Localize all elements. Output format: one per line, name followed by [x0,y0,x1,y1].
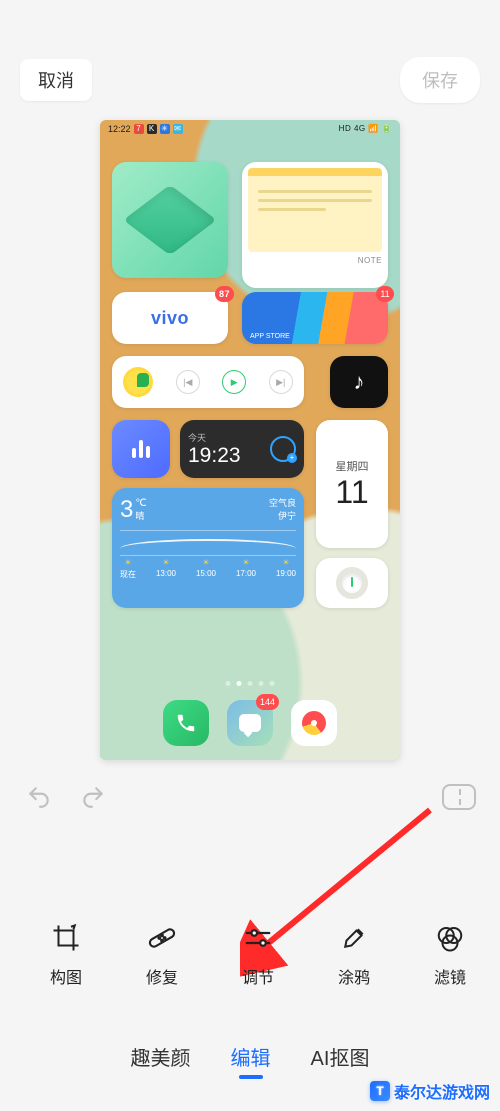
weather-air: 空气良 [269,496,296,509]
image-preview[interactable]: 12:22 7 K ✳ ✉ HD 4G 📶 🔋 NOTE vivo 87 APP… [100,120,400,760]
music-play-icon: ▶ [222,370,246,394]
music-next-icon: ▶| [269,370,293,394]
sun-icon: ☀ [162,558,169,567]
widget-vivo: vivo 87 [112,292,228,344]
dock-music-icon [291,700,337,746]
bandage-icon [144,920,180,956]
music-art-icon [123,367,153,397]
widget-tiktok: ♪ [330,356,388,408]
tool-filter[interactable]: 滤镜 [404,920,496,988]
widget-appstore: APP STORE 11 [242,292,388,344]
widget-security [112,162,228,278]
sliders-icon [240,920,276,956]
widget-clock: 今天 19:23 [180,420,304,478]
weather-temp: 3 [120,496,133,524]
weather-cond: 晴 [135,509,146,522]
tool-label: 涂鸦 [338,964,370,988]
date-weekday: 星期四 [336,458,369,474]
sun-icon: ☀ [242,558,249,567]
status-app-icon-4: ✉ [173,124,183,134]
note-label: NOTE [248,256,382,265]
widget-lock [316,558,388,608]
save-button[interactable]: 保存 [400,57,480,103]
sun-icon: ☀ [202,558,209,567]
undo-button[interactable] [24,782,54,812]
widget-date: 星期四 11 [316,420,388,548]
status-bar: 12:22 7 K ✳ ✉ HD 4G 📶 🔋 [108,124,392,134]
filter-icon [432,920,468,956]
tool-label: 滤镜 [434,964,466,988]
music-prev-icon: |◀ [176,370,200,394]
weather-curve-icon [120,530,296,556]
clock-today-label: 今天 [188,431,241,444]
waveform-icon [132,440,150,458]
clock-time: 19:23 [188,444,241,468]
date-day: 11 [335,474,368,511]
brush-icon [336,920,372,956]
compare-button[interactable] [442,784,476,810]
widget-voice [112,420,170,478]
tool-crop[interactable]: 构图 [20,920,112,988]
status-app-icon-3: ✳ [160,124,170,134]
tiktok-icon: ♪ [354,369,365,395]
sun-icon: ☀ [282,558,289,567]
widget-weather: 3 ℃ 晴 空气良 伊宁 ☀现在 ☀13:00 ☀15:00 ☀17:00 ☀1… [112,488,304,608]
cancel-button[interactable]: 取消 [20,59,92,101]
tab-ai-cutout[interactable]: AI抠图 [311,1042,370,1077]
tool-label: 修复 [146,964,178,988]
crop-icon [48,920,84,956]
tool-doodle[interactable]: 涂鸦 [308,920,400,988]
widget-music: |◀ ▶ ▶| [112,356,304,408]
tool-label: 构图 [50,964,82,988]
watermark-logo-icon: T [370,1081,390,1101]
clock-add-icon [270,436,296,462]
cube-icon [123,185,217,255]
tool-label: 调节 [242,964,274,988]
page-indicator [226,681,275,686]
dock: 144 [163,700,337,746]
dock-phone-icon [163,700,209,746]
weather-city: 伊宁 [269,509,296,522]
watermark-text: 泰尔达游戏网 [394,1079,490,1103]
redo-button[interactable] [78,782,108,812]
status-app-icon-1: 7 [134,124,144,134]
messages-badge: 144 [256,694,279,710]
dial-icon [336,567,368,599]
status-time: 12:22 [108,124,131,134]
tool-adjust[interactable]: 调节 [212,920,304,988]
watermark: T 泰尔达游戏网 [370,1079,490,1103]
tab-beauty[interactable]: 趣美颜 [131,1042,191,1077]
widget-note: NOTE [242,162,388,288]
dock-messages-icon: 144 [227,700,273,746]
vivo-badge: 87 [215,286,234,302]
appstore-badge: 11 [376,286,394,302]
status-network: HD 4G 📶 🔋 [339,124,392,134]
tool-repair[interactable]: 修复 [116,920,208,988]
status-app-icon-2: K [147,124,157,134]
weather-unit: ℃ [135,498,146,509]
tab-edit[interactable]: 编辑 [231,1042,271,1077]
sun-icon: ☀ [124,558,131,567]
